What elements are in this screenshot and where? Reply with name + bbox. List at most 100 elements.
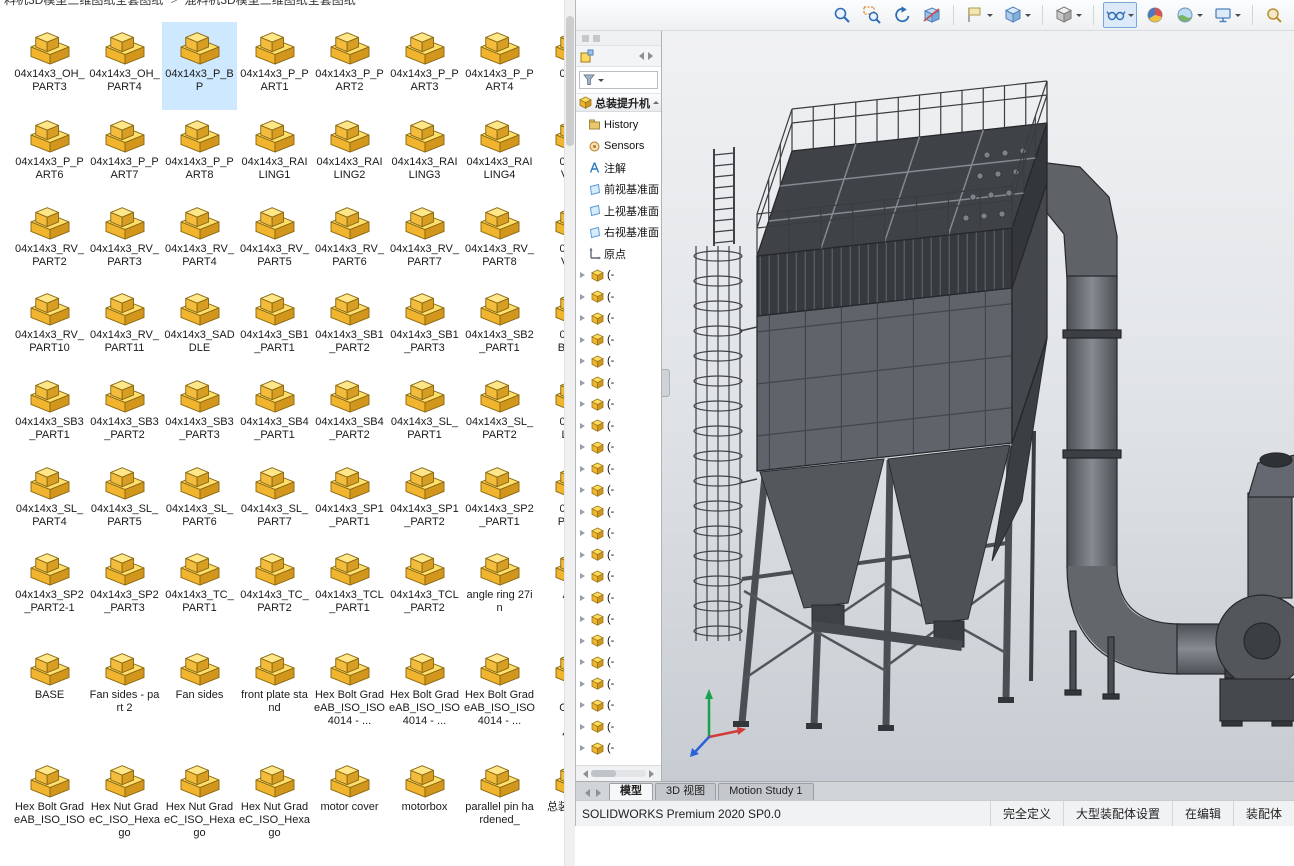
file-item[interactable]: 04x14x3_RAILING2 xyxy=(312,110,387,197)
file-item[interactable]: 04x14x3_RAILING1 xyxy=(237,110,312,197)
file-item[interactable]: 04x14x3_SL_PART2 xyxy=(462,370,537,457)
panel-prev-arrow-icon[interactable] xyxy=(635,52,644,60)
tree-component-item[interactable]: (- xyxy=(576,738,661,760)
file-item[interactable]: motor cover xyxy=(312,755,387,866)
file-item[interactable]: 04x14x3_TC_PART2 xyxy=(237,543,312,643)
tree-component-item[interactable]: (- xyxy=(576,415,661,437)
breadcrumb-segment[interactable]: 料机3D模型三维图纸全套图纸 xyxy=(4,0,163,7)
file-item[interactable]: 04x14x3_SB1_PART1 xyxy=(237,283,312,370)
file-item[interactable]: front plate stand xyxy=(237,643,312,755)
file-item[interactable]: 04x14x3_RAILING3 xyxy=(387,110,462,197)
file-item[interactable]: 04x14x3_SB4_PART1 xyxy=(237,370,312,457)
file-item[interactable]: 04x14x3_RV_PART7 xyxy=(387,197,462,283)
file-item[interactable]: 04x14x3_RV_PART5 xyxy=(237,197,312,283)
expand-arrow-icon[interactable] xyxy=(580,294,588,300)
expand-arrow-icon[interactable] xyxy=(580,724,588,730)
expand-arrow-icon[interactable] xyxy=(580,337,588,343)
file-item[interactable]: 04x14x3_SP2_PART2-1 xyxy=(12,543,87,643)
file-item[interactable]: 04x14x3_SP1_PART2 xyxy=(387,457,462,543)
tree-item[interactable]: 前视基准面 xyxy=(576,179,661,201)
expand-arrow-icon[interactable] xyxy=(580,659,588,665)
breadcrumb-segment[interactable]: 混料机3D模型三维图纸全套图纸 xyxy=(184,0,355,7)
file-item[interactable]: 04x14x3_P_PART8 xyxy=(162,110,237,197)
section-view-button[interactable] xyxy=(920,3,944,27)
expand-arrow-icon[interactable] xyxy=(580,702,588,708)
file-item[interactable]: 04x14x3_SP1_PART1 xyxy=(312,457,387,543)
assembly-root-node[interactable]: 总装提升机 xyxy=(576,93,661,112)
options-button[interactable] xyxy=(1262,3,1286,27)
scroll-right-arrow-icon[interactable] xyxy=(649,770,658,778)
file-item[interactable]: 04x14x3_TCL_PART2 xyxy=(387,543,462,643)
expand-arrow-icon[interactable] xyxy=(580,315,588,321)
file-item[interactable]: 04x14x3_SL_PART1 xyxy=(387,370,462,457)
apply-scene-button[interactable] xyxy=(1173,3,1205,27)
file-item[interactable]: Hex Bolt GradeAB_ISO_ISO xyxy=(12,755,87,866)
expand-arrow-icon[interactable] xyxy=(580,681,588,687)
tree-component-item[interactable]: (- xyxy=(576,695,661,717)
expand-arrow-icon[interactable] xyxy=(580,487,588,493)
annotation-views-button[interactable] xyxy=(963,3,995,27)
expand-arrow-icon[interactable] xyxy=(580,595,588,601)
tree-component-item[interactable]: (- xyxy=(576,351,661,373)
file-item[interactable]: 04x14x3_OH_PART4 xyxy=(87,22,162,110)
tree-component-item[interactable]: (- xyxy=(576,480,661,502)
tree-component-item[interactable]: (- xyxy=(576,265,661,287)
file-item[interactable]: 04x14x3_P_BP xyxy=(162,22,237,110)
file-item[interactable]: 04x14x3_SP2_PART1 xyxy=(462,457,537,543)
panel-next-arrow-icon[interactable] xyxy=(648,52,657,60)
previous-view-button[interactable] xyxy=(890,3,914,27)
file-item[interactable]: 04x14x3_RV_PART3 xyxy=(87,197,162,283)
file-item[interactable]: 04x14x3_P_PART1 xyxy=(237,22,312,110)
tree-item[interactable]: 上视基准面 xyxy=(576,200,661,222)
file-item[interactable]: 04x14x3_RV_PART2 xyxy=(12,197,87,283)
expand-arrow-icon[interactable] xyxy=(580,745,588,751)
edit-appearance-button[interactable] xyxy=(1143,3,1167,27)
tree-component-item[interactable]: (- xyxy=(576,652,661,674)
hide-show-items-button[interactable] xyxy=(1103,2,1137,28)
file-item[interactable]: angle ring 27in xyxy=(462,543,537,643)
file-item[interactable]: 04x14x3_SB3_PART1 xyxy=(12,370,87,457)
file-item[interactable]: 04x14x3_SB1_PART2 xyxy=(312,283,387,370)
file-item[interactable]: 04x14x3_RV_PART4 xyxy=(162,197,237,283)
file-item[interactable]: Hex Nut GradeC_ISO_Hexago xyxy=(162,755,237,866)
tree-component-item[interactable]: (- xyxy=(576,501,661,523)
tree-item[interactable]: 右视基准面 xyxy=(576,222,661,244)
tab-scroll-right-icon[interactable] xyxy=(594,786,607,800)
scroll-left-arrow-icon[interactable] xyxy=(579,770,588,778)
expand-arrow-icon[interactable] xyxy=(580,401,588,407)
file-item[interactable]: 04x14x3_SB1_PART3 xyxy=(387,283,462,370)
tree-component-item[interactable]: (- xyxy=(576,544,661,566)
file-item[interactable]: motorbox xyxy=(387,755,462,866)
file-item[interactable]: 04x14x3_SB4_PART2 xyxy=(312,370,387,457)
file-item[interactable]: Hex Nut GradeC_ISO_Hexago xyxy=(87,755,162,866)
file-item[interactable]: 04x14x3_RAILING4 xyxy=(462,110,537,197)
tree-component-item[interactable]: (- xyxy=(576,673,661,695)
tree-component-item[interactable]: (- xyxy=(576,372,661,394)
display-style-button[interactable] xyxy=(1052,3,1084,27)
tree-component-item[interactable]: (- xyxy=(576,329,661,351)
graphics-viewport[interactable] xyxy=(662,31,1294,781)
file-item[interactable]: Hex Bolt GradeAB_ISO_ISO 4014 - ... xyxy=(387,643,462,755)
tree-component-item[interactable]: (- xyxy=(576,394,661,416)
file-item[interactable]: 04x14x3_OH_PART3 xyxy=(12,22,87,110)
file-item[interactable]: 04x14x3_SL_PART6 xyxy=(162,457,237,543)
file-item[interactable]: 04x14x3_P_PART4 xyxy=(462,22,537,110)
tree-horizontal-scrollbar[interactable] xyxy=(576,765,661,781)
file-item[interactable]: parallel pin hardened_ xyxy=(462,755,537,866)
tree-component-item[interactable]: (- xyxy=(576,523,661,545)
file-item[interactable]: 04x14x3_P_PART2 xyxy=(312,22,387,110)
file-item[interactable]: 04x14x3_SP2_PART3 xyxy=(87,543,162,643)
file-item[interactable]: Hex Bolt GradeAB_ISO_ISO 4014 - ... xyxy=(462,643,537,755)
tree-component-item[interactable]: (- xyxy=(576,716,661,738)
panel-splitter-handle[interactable] xyxy=(662,369,670,397)
panel-mini-icon[interactable] xyxy=(582,35,589,42)
view-settings-button[interactable] xyxy=(1211,3,1243,27)
tab-motion-study[interactable]: Motion Study 1 xyxy=(718,783,813,800)
file-item[interactable]: 04x14x3_TC_PART1 xyxy=(162,543,237,643)
zoom-to-area-button[interactable] xyxy=(860,3,884,27)
tab-model[interactable]: 模型 xyxy=(609,783,653,800)
file-item[interactable]: Fan sides - part 2 xyxy=(87,643,162,755)
breadcrumb[interactable]: 料机3D模型三维图纸全套图纸>混料机3D模型三维图纸全套图纸 xyxy=(4,0,356,8)
expand-arrow-icon[interactable] xyxy=(580,530,588,536)
expand-arrow-icon[interactable] xyxy=(580,272,588,278)
